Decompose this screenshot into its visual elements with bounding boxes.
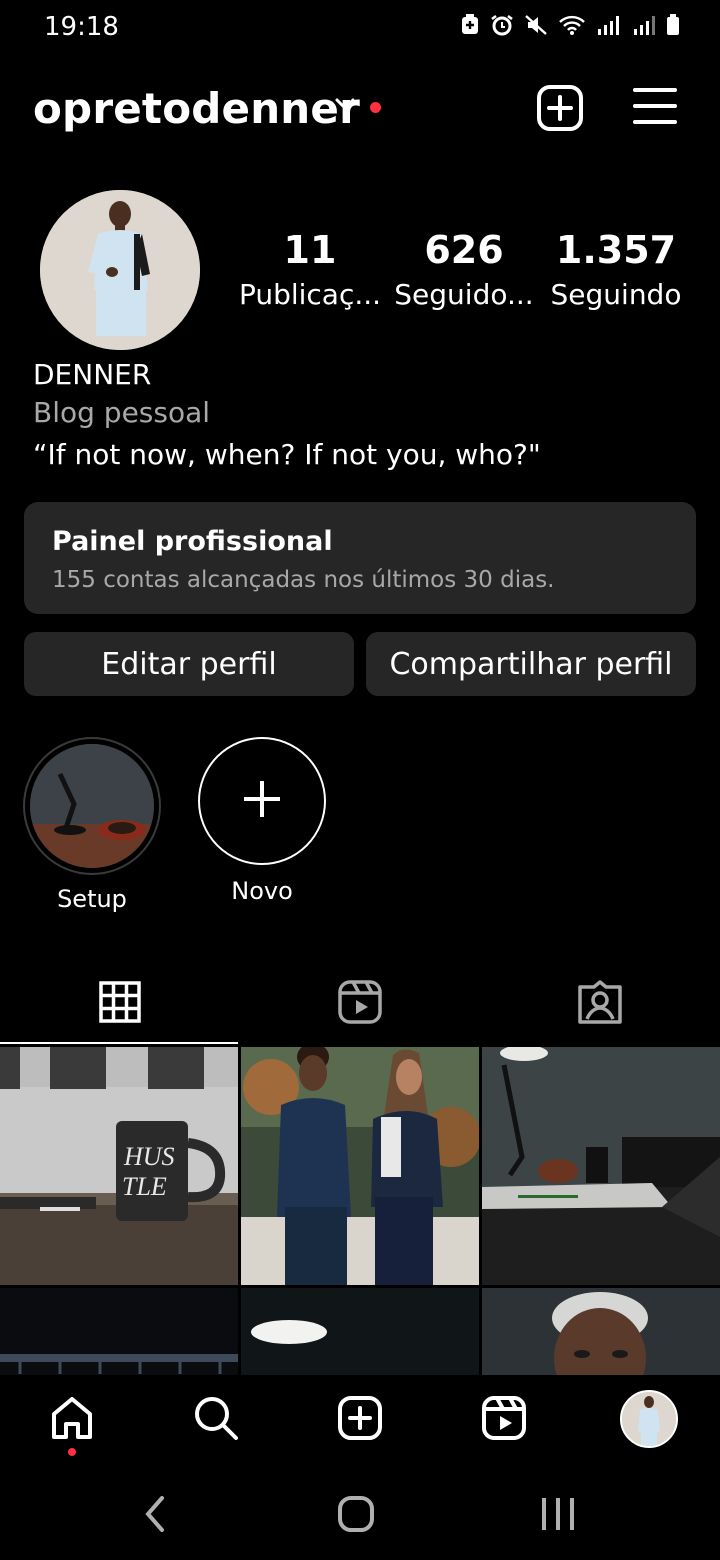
system-navigation-bar <box>0 1464 720 1560</box>
signal-icon <box>596 14 622 40</box>
nav-home[interactable] <box>46 1394 98 1446</box>
home-icon <box>48 1394 96 1446</box>
battery-saver-icon <box>460 14 480 40</box>
profile-header: opretodenner <box>0 70 720 150</box>
tagged-icon <box>577 979 623 1029</box>
status-bar: 19:18 <box>0 0 720 56</box>
home-button-icon[interactable] <box>336 1494 376 1538</box>
posts-grid: HUS TLE <box>0 1047 720 1375</box>
create-icon <box>337 1395 383 1445</box>
nav-profile-avatar[interactable] <box>620 1390 678 1448</box>
menu-icon[interactable] <box>632 86 678 130</box>
stat-posts-value: 11 <box>283 228 337 272</box>
stat-followers[interactable]: 626 Seguido... <box>389 228 539 311</box>
signal-icon-2 <box>632 14 656 40</box>
stat-followers-value: 626 <box>424 228 504 272</box>
post-thumbnail[interactable] <box>482 1288 720 1375</box>
profile-bio-text: “If not now, when? If not you, who?" <box>33 438 541 471</box>
notification-dot <box>370 102 381 113</box>
grid-icon <box>99 981 141 1027</box>
profile-stats: 11 Publicaç... 626 Seguido... 1.357 Segu… <box>235 228 695 318</box>
back-icon[interactable] <box>140 1494 170 1538</box>
highlight-label: Setup <box>57 885 127 913</box>
new-highlight-label: Novo <box>231 877 293 905</box>
share-profile-button[interactable]: Compartilhar perfil <box>366 632 696 696</box>
post-thumbnail[interactable] <box>241 1288 479 1375</box>
tab-tagged[interactable] <box>480 962 720 1046</box>
new-highlight[interactable]: Novo <box>197 737 327 905</box>
tab-reels[interactable] <box>240 962 480 1046</box>
home-notification-dot <box>68 1448 76 1456</box>
highlight-cover-image <box>30 744 154 868</box>
post-thumbnail[interactable]: HUS TLE <box>0 1047 238 1285</box>
profile-bio: DENNER Blog pessoal “If not now, when? I… <box>33 358 693 471</box>
stat-following-value: 1.357 <box>555 228 677 272</box>
wifi-icon <box>558 14 586 40</box>
nav-reels[interactable] <box>478 1394 530 1446</box>
stat-following-label: Seguindo <box>550 278 682 311</box>
new-highlight-circle <box>198 737 326 865</box>
plus-icon <box>242 779 282 823</box>
tab-active-indicator <box>0 1042 238 1044</box>
highlight-ring <box>23 737 161 875</box>
reels-icon <box>481 1395 527 1445</box>
svg-text:TLE: TLE <box>122 1172 167 1201</box>
username-title[interactable]: opretodenner <box>33 84 360 133</box>
recent-apps-icon[interactable] <box>538 1494 578 1538</box>
search-icon <box>192 1394 240 1446</box>
professional-dashboard-title: Painel profissional <box>52 526 333 557</box>
svg-text:HUS: HUS <box>123 1142 175 1171</box>
post-thumbnail[interactable] <box>241 1047 479 1285</box>
profile-name: DENNER <box>33 358 152 391</box>
professional-dashboard-subtitle: 155 contas alcançadas nos últimos 30 dia… <box>52 567 555 593</box>
status-icons <box>460 14 680 40</box>
profile-tabs <box>0 962 720 1046</box>
stat-posts-label: Publicaç... <box>238 278 382 311</box>
profile-avatar[interactable] <box>40 190 200 350</box>
tab-grid[interactable] <box>0 962 240 1046</box>
battery-icon <box>666 14 680 40</box>
nav-search[interactable] <box>190 1394 242 1446</box>
stat-following[interactable]: 1.357 Seguindo <box>541 228 691 311</box>
edit-profile-button[interactable]: Editar perfil <box>24 632 354 696</box>
highlight-setup[interactable]: Setup <box>23 737 161 913</box>
profile-category: Blog pessoal <box>33 396 211 429</box>
reels-icon <box>337 979 383 1029</box>
stat-posts[interactable]: 11 Publicaç... <box>235 228 385 311</box>
stat-followers-label: Seguido... <box>394 278 534 311</box>
chevron-down-icon[interactable] <box>333 96 357 116</box>
status-time: 19:18 <box>44 12 119 42</box>
post-thumbnail[interactable] <box>482 1047 720 1285</box>
post-thumbnail[interactable] <box>0 1288 238 1375</box>
alarm-icon <box>490 14 514 40</box>
bottom-navigation <box>0 1376 720 1464</box>
mute-icon <box>524 14 548 40</box>
create-icon[interactable] <box>536 84 584 136</box>
nav-create[interactable] <box>334 1394 386 1446</box>
professional-dashboard-card[interactable]: Painel profissional 155 contas alcançada… <box>24 502 696 614</box>
